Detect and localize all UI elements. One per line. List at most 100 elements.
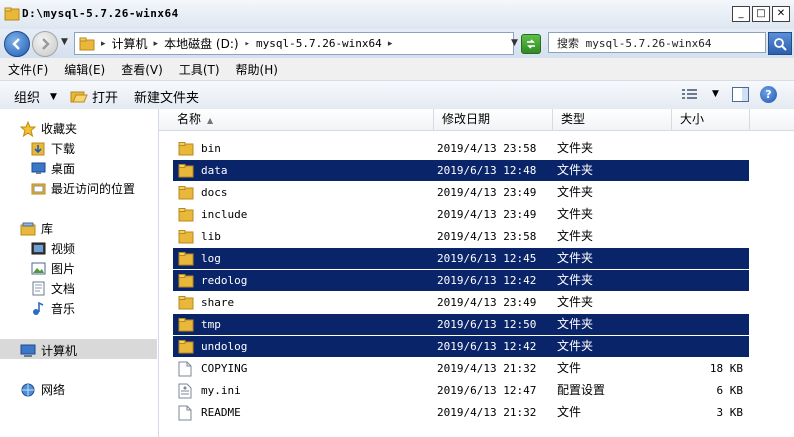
breadcrumb-next[interactable]: ▸ xyxy=(388,39,399,49)
file-name: COPYING xyxy=(201,362,248,375)
file-name: bin xyxy=(201,142,221,155)
window-controls: _ □ ✕ xyxy=(732,6,790,22)
video-icon xyxy=(31,242,46,255)
file-row[interactable]: bin 2019/4/13 23:58 文件夹 xyxy=(173,138,749,159)
breadcrumb-computer[interactable]: ▸ 计算机 xyxy=(101,35,148,52)
file-name: undolog xyxy=(201,340,248,353)
file-type: 文件夹 xyxy=(557,317,594,331)
search-icon xyxy=(774,37,787,51)
downloads-folder-icon xyxy=(31,142,45,156)
file-type: 文件夹 xyxy=(557,339,594,353)
close-button[interactable]: ✕ xyxy=(772,6,790,22)
file-row[interactable]: include 2019/4/13 23:49 文件夹 xyxy=(173,204,749,225)
chevron-right-icon: ▸ xyxy=(101,38,106,49)
file-row[interactable]: COPYING 2019/4/13 21:32 文件 18 KB xyxy=(173,358,749,379)
search-input[interactable]: 搜索 mysql-5.7.26-winx64 xyxy=(548,32,766,53)
column-headers: 名称 ▲ 修改日期 类型 大小 xyxy=(159,109,794,131)
file-row[interactable]: redolog 2019/6/13 12:42 文件夹 xyxy=(173,270,749,291)
breadcrumb-local-disk[interactable]: ▸ 本地磁盘 (D:) xyxy=(154,35,239,52)
menu-file[interactable]: 文件(F) xyxy=(0,61,56,78)
column-header-type[interactable]: 类型 xyxy=(553,109,672,130)
file-row[interactable]: tmp 2019/6/13 12:50 文件夹 xyxy=(173,314,749,335)
search-button[interactable] xyxy=(768,32,792,55)
file-size: 3 KB xyxy=(716,406,744,419)
file-modified: 2019/6/13 12:47 xyxy=(437,384,537,397)
file-row[interactable]: README 2019/4/13 21:32 文件 3 KB xyxy=(173,402,749,423)
forward-button[interactable] xyxy=(32,31,58,57)
nav-libraries[interactable]: 库 xyxy=(20,220,53,237)
refresh-icon xyxy=(527,39,535,49)
address-history-dropdown[interactable]: ▼ xyxy=(511,38,518,48)
view-details-icon xyxy=(682,89,697,99)
nav-videos[interactable]: 视频 xyxy=(31,240,75,257)
file-row[interactable]: data 2019/6/13 12:48 文件夹 xyxy=(173,160,749,181)
help-button[interactable]: ? xyxy=(760,86,777,103)
nav-favorites[interactable]: 收藏夹 xyxy=(20,120,77,137)
file-row[interactable]: log 2019/6/13 12:45 文件夹 xyxy=(173,248,749,269)
menu-bar: 文件(F) 编辑(E) 查看(V) 工具(T) 帮助(H) xyxy=(0,58,794,80)
file-size: 6 KB xyxy=(716,384,744,397)
file-type: 文件 xyxy=(557,405,582,419)
row-icon xyxy=(178,273,194,291)
organize-button[interactable]: 组织 ▼ xyxy=(14,87,57,106)
menu-tools[interactable]: 工具(T) xyxy=(171,61,228,78)
picture-icon xyxy=(31,262,46,275)
maximize-button[interactable]: □ xyxy=(752,6,770,22)
folder-icon xyxy=(178,186,194,200)
chevron-right-icon: ▸ xyxy=(244,38,250,49)
nav-documents[interactable]: 文档 xyxy=(31,280,75,297)
file-name: README xyxy=(201,406,241,419)
file-modified: 2019/4/13 23:58 xyxy=(437,142,537,155)
nav-desktop[interactable]: 桌面 xyxy=(31,160,75,177)
menu-view[interactable]: 查看(V) xyxy=(113,61,171,78)
chevron-right-icon: ▸ xyxy=(387,38,393,49)
file-type: 文件夹 xyxy=(557,229,594,243)
file-size xyxy=(677,160,743,181)
file-row[interactable]: share 2019/4/13 23:49 文件夹 xyxy=(173,292,749,313)
menu-edit[interactable]: 编辑(E) xyxy=(56,61,113,78)
nav-network[interactable]: 网络 xyxy=(20,381,65,398)
row-icon xyxy=(178,163,194,181)
back-button[interactable] xyxy=(4,31,30,57)
file-row[interactable]: my.ini 2019/6/13 12:47 配置设置 6 KB xyxy=(173,380,749,401)
nav-music[interactable]: 音乐 xyxy=(31,300,75,317)
file-row[interactable]: undolog 2019/6/13 12:42 文件夹 xyxy=(173,336,749,357)
network-icon xyxy=(21,383,35,396)
file-type: 文件夹 xyxy=(557,295,594,309)
folder-icon xyxy=(178,318,194,332)
preview-pane-button[interactable] xyxy=(732,87,749,105)
nav-downloads[interactable]: 下载 xyxy=(31,140,75,157)
address-bar[interactable]: ▸ 计算机 ▸ 本地磁盘 (D:) ▸ mysql-5.7.26-winx64 ▸ xyxy=(74,32,514,55)
folder-icon xyxy=(178,208,194,222)
file-name: lib xyxy=(201,230,221,243)
file-type: 文件 xyxy=(557,361,582,375)
nav-computer[interactable]: 计算机 xyxy=(20,342,77,359)
recent-pages-dropdown[interactable]: ▼ xyxy=(61,37,68,47)
column-header-name[interactable]: 名称 ▲ xyxy=(169,109,434,130)
menu-help[interactable]: 帮助(H) xyxy=(228,61,286,78)
change-view-button[interactable]: ▼ xyxy=(682,88,719,100)
file-type: 文件夹 xyxy=(557,251,594,265)
file-size xyxy=(677,292,743,313)
row-icon xyxy=(178,405,192,424)
breadcrumb-mysql-folder[interactable]: ▸ mysql-5.7.26-winx64 xyxy=(245,37,382,50)
minimize-button[interactable]: _ xyxy=(732,6,750,22)
open-button[interactable]: 打开 xyxy=(70,87,118,106)
column-header-modified[interactable]: 修改日期 xyxy=(434,109,553,130)
file-modified: 2019/4/13 23:49 xyxy=(437,296,537,309)
file-size xyxy=(677,314,743,335)
file-row[interactable]: lib 2019/4/13 23:58 文件夹 xyxy=(173,226,749,247)
file-modified: 2019/6/13 12:48 xyxy=(437,164,537,177)
folder-icon xyxy=(4,7,20,21)
file-modified: 2019/4/13 23:58 xyxy=(437,230,537,243)
file-type: 配置设置 xyxy=(557,383,606,397)
nav-recent-places[interactable]: 最近访问的位置 xyxy=(31,180,135,197)
refresh-button[interactable] xyxy=(521,34,541,54)
row-icon xyxy=(178,251,194,269)
arrow-right-icon xyxy=(42,38,50,50)
file-row[interactable]: docs 2019/4/13 23:49 文件夹 xyxy=(173,182,749,203)
new-folder-button[interactable]: 新建文件夹 xyxy=(134,87,199,106)
desktop-icon xyxy=(31,162,46,174)
column-header-size[interactable]: 大小 xyxy=(672,109,750,130)
nav-pictures[interactable]: 图片 xyxy=(31,260,75,277)
